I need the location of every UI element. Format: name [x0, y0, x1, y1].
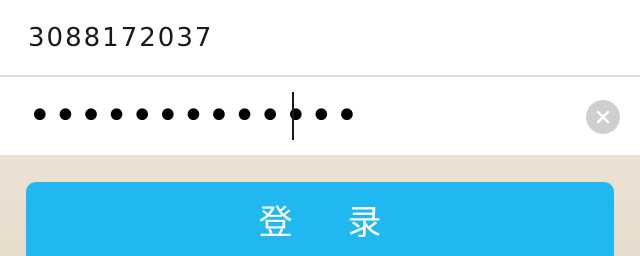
account-input-value: 3088172037 [28, 23, 214, 53]
login-button[interactable]: 登 录 [26, 182, 614, 256]
text-caret [292, 92, 294, 140]
password-input-value: ••••••••••••• [28, 93, 361, 139]
account-field[interactable]: 3088172037 [0, 0, 640, 76]
close-icon [596, 110, 610, 124]
login-form: 3088172037 ••••••••••••• 登 录 [0, 0, 640, 256]
password-field[interactable]: ••••••••••••• [0, 77, 640, 155]
clear-password-button[interactable] [586, 100, 620, 134]
